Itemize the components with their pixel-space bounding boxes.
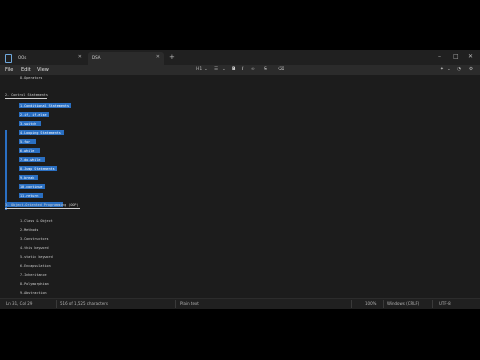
heading-dropdown[interactable]: H1 [196, 67, 202, 72]
text-line: 7.Inheritance [20, 273, 47, 277]
selected-line: 9.break [20, 176, 35, 180]
window-close-icon[interactable]: ✕ [468, 53, 473, 60]
close-icon[interactable]: ✕ [78, 54, 82, 60]
selected-line: 10.continue [20, 185, 43, 189]
encoding[interactable]: UTF-8 [439, 301, 451, 306]
tab-label: DSA [92, 55, 101, 60]
heading-underline [5, 98, 47, 99]
close-icon[interactable]: ✕ [156, 54, 160, 60]
chevron-down-icon: ⌄ [222, 67, 226, 72]
selected-line: 7.do-while [20, 158, 41, 162]
status-bar: Ln 31, Col 29 516 of 1,525 characters Pl… [0, 298, 480, 309]
heading-underline [5, 208, 80, 209]
status-divider [351, 300, 352, 308]
tab-bar: OOs ✕ DSA ✕ + – □ ✕ [0, 50, 480, 65]
list-icon[interactable]: ☰ [214, 67, 218, 72]
tab-label: OOs [18, 55, 27, 60]
editor[interactable]: 8.Operators 2. Control Statements 1.Cond… [0, 75, 480, 298]
text-line: 6.Encapsulation [20, 264, 51, 268]
text-format[interactable]: Plain text [180, 301, 199, 306]
selected-line: 5.for [20, 140, 31, 144]
zoom-level[interactable]: 100% [365, 301, 376, 306]
line-ending[interactable]: Windows (CRLF) [387, 301, 419, 306]
italic-button[interactable]: I [242, 67, 243, 72]
selected-line: 2.if, if-else [20, 113, 47, 117]
text-line: 3.Constructors [20, 237, 49, 241]
menu-view[interactable]: View [37, 67, 49, 73]
tab-oos[interactable]: OOs ✕ [14, 52, 86, 65]
section-heading: 2. Control Statements [5, 93, 48, 97]
menu-edit[interactable]: Edit [21, 67, 31, 73]
text-line: 9.Abstraction [20, 291, 47, 295]
selection-count: 516 of 1,525 characters [60, 301, 108, 306]
selected-line: 4.Looping Statements [20, 131, 61, 135]
text-line: 8.Operators [20, 76, 43, 80]
text-line: 8.Polymorphism [20, 282, 49, 286]
chevron-down-icon: ⌄ [204, 67, 208, 72]
section-heading: 3. Object-Oriented Programming (OOP) [5, 203, 79, 207]
selection-margin [5, 130, 7, 210]
new-tab-icon[interactable]: + [169, 53, 175, 61]
menu-bar: File Edit View H1 ⌄ ☰ ⌄ B I ∞ S̶ ⌫ ✦ ⌄ ◔… [0, 65, 480, 75]
selected-line: 8.Jump Statements [20, 167, 55, 171]
text-line: 5.static keyword [20, 255, 53, 259]
notepad-app-icon [5, 54, 12, 63]
status-divider [175, 300, 176, 308]
text-line: 2.Methods [20, 228, 39, 232]
selected-line: 11.return [20, 194, 39, 198]
chevron-down-icon: ⌄ [447, 67, 451, 72]
clear-formatting-icon[interactable]: ⌫ [278, 67, 284, 72]
selected-line: 3.switch [20, 122, 37, 126]
cursor-position[interactable]: Ln 31, Col 29 [6, 301, 32, 306]
status-divider [56, 300, 57, 308]
tab-dsa[interactable]: DSA ✕ [88, 52, 164, 65]
status-divider [383, 300, 384, 308]
selected-line: 1.Conditional Statements [20, 104, 69, 108]
minimize-icon[interactable]: – [438, 53, 441, 60]
account-icon[interactable]: ◔ [457, 67, 461, 72]
text-line: 1.Class & Object [20, 219, 53, 223]
link-icon[interactable]: ∞ [251, 67, 255, 72]
text-line: 4.this keyword [20, 246, 49, 250]
gear-icon[interactable]: ⚙ [469, 67, 473, 72]
menu-file[interactable]: File [5, 67, 13, 73]
notepad-window: OOs ✕ DSA ✕ + – □ ✕ File Edit View H1 ⌄ … [0, 50, 480, 309]
bold-button[interactable]: B [232, 67, 235, 72]
selected-line: 6.while [20, 149, 35, 153]
copilot-icon[interactable]: ✦ [440, 67, 444, 72]
status-divider [432, 300, 433, 308]
strikethrough-icon[interactable]: S̶ [264, 67, 267, 72]
maximize-icon[interactable]: □ [453, 53, 459, 60]
